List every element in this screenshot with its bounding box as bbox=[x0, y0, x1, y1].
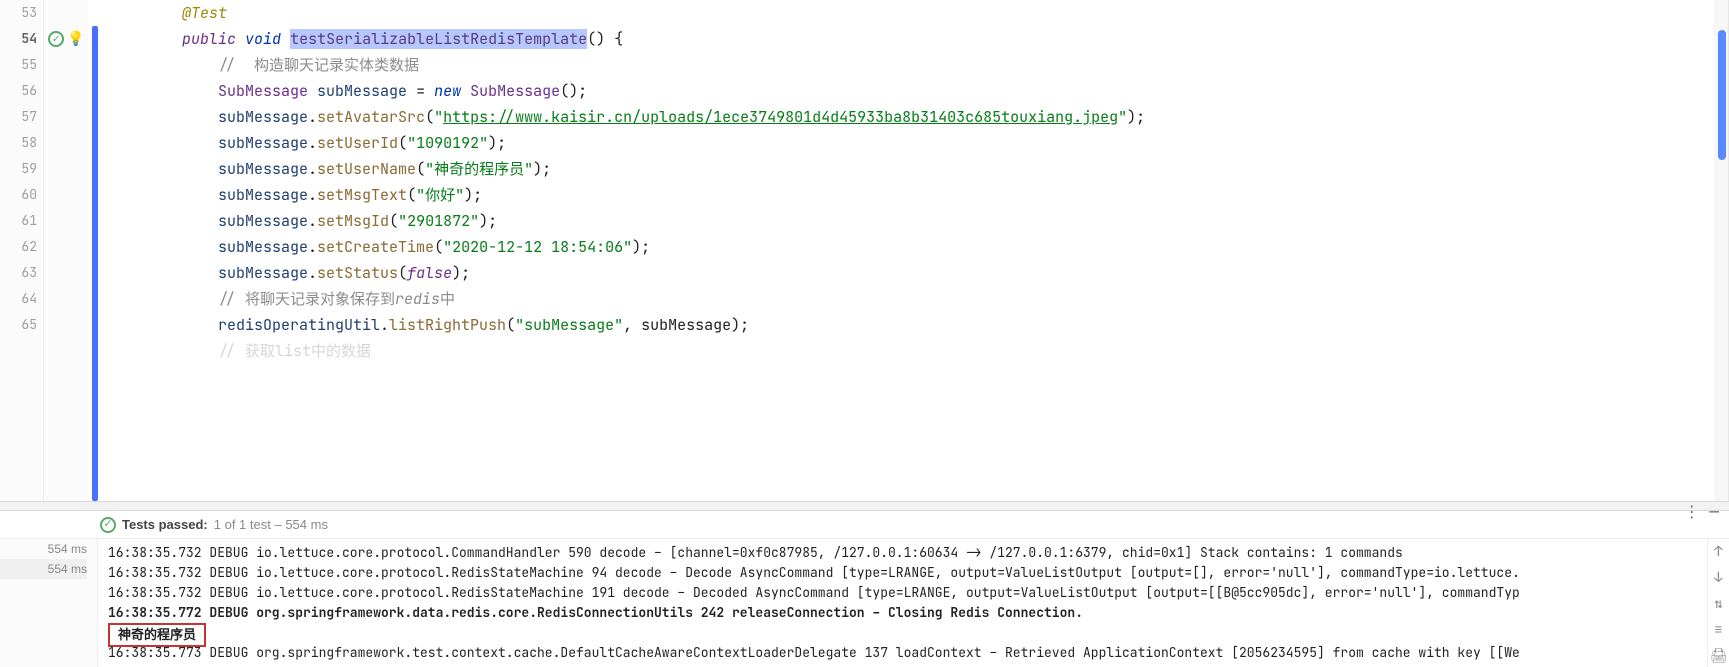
tests-passed-icon bbox=[100, 517, 116, 533]
panel-options-icon[interactable]: ⋮ — bbox=[1684, 501, 1719, 522]
code-line[interactable]: SubMessage subMessage = new SubMessage()… bbox=[110, 78, 1712, 104]
line-number[interactable]: 65 bbox=[0, 312, 37, 338]
method-change-bar bbox=[92, 26, 98, 501]
console-output[interactable]: 16:38:35.732 DEBUG io.lettuce.core.proto… bbox=[98, 539, 1707, 667]
editor-scrollbar-thumb[interactable] bbox=[1718, 30, 1726, 160]
code-editor[interactable]: 53545556575859606162636465 @Test public … bbox=[0, 0, 1729, 501]
code-line[interactable]: // 构造聊天记录实体类数据 bbox=[110, 52, 1712, 78]
console-line[interactable]: 神奇的程序员 bbox=[108, 623, 1697, 643]
line-number[interactable]: 62 bbox=[0, 234, 37, 260]
gutter-marker-row bbox=[44, 26, 88, 52]
test-pass-gutter-icon[interactable] bbox=[48, 31, 64, 47]
line-number[interactable]: 63 bbox=[0, 260, 37, 286]
gutter-marker-row bbox=[44, 260, 88, 286]
gutter-marker-row bbox=[44, 286, 88, 312]
console-tool-button[interactable]: ⇅ bbox=[1714, 595, 1722, 613]
line-number[interactable]: 60 bbox=[0, 182, 37, 208]
panel-splitter[interactable]: ⋮ — bbox=[0, 501, 1729, 511]
line-number[interactable]: 61 bbox=[0, 208, 37, 234]
editor-scrollbar-track[interactable] bbox=[1712, 0, 1728, 501]
test-timing-cell[interactable]: 554 ms bbox=[0, 539, 87, 559]
line-number[interactable]: 56 bbox=[0, 78, 37, 104]
breakpoint-column[interactable] bbox=[88, 0, 102, 501]
gutter-marker-row bbox=[44, 312, 88, 338]
gutter-marker-row bbox=[44, 0, 88, 26]
line-number[interactable]: 55 bbox=[0, 52, 37, 78]
code-line[interactable]: subMessage.setUserName("神奇的程序员"); bbox=[110, 156, 1712, 182]
code-content[interactable]: @Test public void testSerializableListRe… bbox=[102, 0, 1712, 501]
test-timing-cell[interactable]: 554 ms bbox=[0, 559, 87, 579]
console-line[interactable]: 16:38:35.773 DEBUG org.springframework.t… bbox=[108, 643, 1697, 663]
code-line[interactable]: // 获取list中的数据 bbox=[110, 338, 1712, 364]
gutter-marker-row bbox=[44, 208, 88, 234]
code-line[interactable]: // 将聊天记录对象保存到redis中 bbox=[110, 286, 1712, 312]
line-number[interactable]: 53 bbox=[0, 0, 37, 26]
gutter-marker-row bbox=[44, 338, 88, 364]
line-number-gutter[interactable]: 53545556575859606162636465 bbox=[0, 0, 44, 501]
console-tool-button[interactable]: ≡ bbox=[1714, 621, 1722, 639]
gutter-markers[interactable] bbox=[44, 0, 88, 501]
tests-passed-label: Tests passed: bbox=[122, 517, 208, 532]
code-line[interactable]: subMessage.setCreateTime("2020-12-12 18:… bbox=[110, 234, 1712, 260]
gutter-marker-row bbox=[44, 52, 88, 78]
test-timing-column[interactable]: 554 ms554 ms bbox=[0, 539, 98, 667]
gutter-marker-row bbox=[44, 130, 88, 156]
line-number[interactable] bbox=[0, 338, 37, 364]
console-line[interactable]: 16:38:35.732 DEBUG io.lettuce.core.proto… bbox=[108, 563, 1697, 583]
console-line[interactable]: 16:38:35.772 DEBUG org.springframework.d… bbox=[108, 603, 1697, 623]
line-number[interactable]: 64 bbox=[0, 286, 37, 312]
line-number[interactable]: 54 bbox=[0, 26, 37, 52]
console-line[interactable]: 16:38:35.732 DEBUG io.lettuce.core.proto… bbox=[108, 543, 1697, 563]
line-number[interactable]: 58 bbox=[0, 130, 37, 156]
code-line[interactable]: subMessage.setMsgId("2901872"); bbox=[110, 208, 1712, 234]
gutter-marker-row bbox=[44, 182, 88, 208]
intention-bulb-icon[interactable] bbox=[68, 31, 84, 47]
line-number[interactable]: 59 bbox=[0, 156, 37, 182]
console-line[interactable]: 16:38:35.732 DEBUG io.lettuce.core.proto… bbox=[108, 583, 1697, 603]
tests-passed-count: 1 of 1 test – 554 ms bbox=[214, 517, 328, 532]
console-tool-button[interactable]: ↓ bbox=[1714, 569, 1722, 587]
gutter-marker-row bbox=[44, 78, 88, 104]
line-number[interactable]: 57 bbox=[0, 104, 37, 130]
code-line[interactable]: subMessage.setStatus(false); bbox=[110, 260, 1712, 286]
code-line[interactable]: @Test bbox=[110, 0, 1712, 26]
test-run-panel: Tests passed: 1 of 1 test – 554 ms 554 m… bbox=[0, 511, 1729, 667]
gutter-marker-row bbox=[44, 104, 88, 130]
console-side-toolbar: ↑ ↓ ⇅ ≡ 🖨 bbox=[1707, 539, 1729, 667]
code-line[interactable]: subMessage.setMsgText("你好"); bbox=[110, 182, 1712, 208]
gutter-marker-row bbox=[44, 234, 88, 260]
code-line[interactable]: redisOperatingUtil.listRightPush("subMes… bbox=[110, 312, 1712, 338]
code-line[interactable]: subMessage.setUserId("1090192"); bbox=[110, 130, 1712, 156]
code-line[interactable]: subMessage.setAvatarSrc("https://www.kai… bbox=[110, 104, 1712, 130]
console-tool-button[interactable]: ↑ bbox=[1714, 543, 1722, 561]
code-line[interactable]: public void testSerializableListRedisTem… bbox=[110, 26, 1712, 52]
gutter-marker-row bbox=[44, 156, 88, 182]
console-tool-button[interactable]: 🖨 bbox=[1710, 647, 1728, 665]
test-status-bar: Tests passed: 1 of 1 test – 554 ms bbox=[0, 511, 1729, 539]
